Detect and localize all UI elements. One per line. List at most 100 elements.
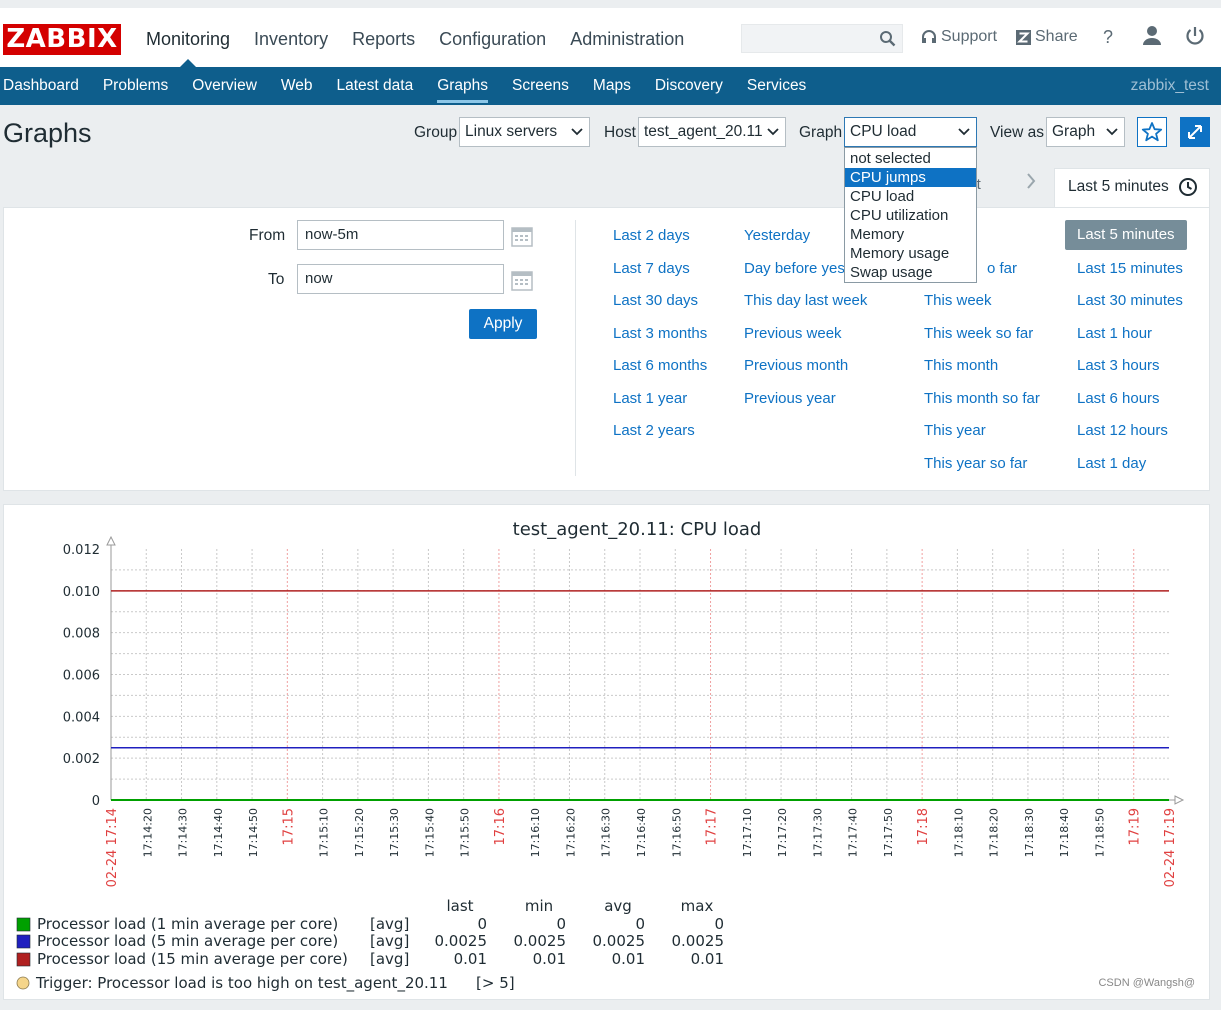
range-this-month[interactable]: This month <box>924 357 998 374</box>
help-icon[interactable]: ? <box>1103 27 1113 48</box>
range-this-week-so-far[interactable]: This week so far <box>924 325 1033 342</box>
range-last-3-hours[interactable]: Last 3 hours <box>1077 357 1160 374</box>
share-link[interactable]: Share <box>1016 28 1078 46</box>
x-tick-label: 17:18 <box>916 808 931 845</box>
share-z-icon <box>1016 29 1031 45</box>
submenu-discovery[interactable]: Discovery <box>643 67 735 105</box>
sign-out-icon[interactable] <box>1185 25 1205 52</box>
fullscreen-button[interactable] <box>1180 117 1210 147</box>
x-tick-label: 17:17:30 <box>811 808 824 857</box>
graph-select[interactable]: CPU load <box>844 117 977 147</box>
graph-option[interactable]: CPU load <box>845 187 976 206</box>
page-title: Graphs <box>3 118 92 148</box>
range-last-5-minutes[interactable]: Last 5 minutes <box>1065 220 1187 250</box>
add-to-favourites-button[interactable] <box>1137 117 1167 147</box>
legend-stat-value: 0.01 <box>691 950 724 968</box>
legend-swatch <box>16 917 31 932</box>
chevron-right-icon[interactable] <box>1026 172 1036 196</box>
legend-header: avg <box>604 897 632 915</box>
graph-option-highlighted[interactable]: CPU jumps <box>845 168 976 187</box>
legend-stat-value: 0.0025 <box>672 932 725 950</box>
range-last-2-days[interactable]: Last 2 days <box>613 227 690 244</box>
graph-option[interactable]: not selected <box>845 149 976 168</box>
range-last-6-hours[interactable]: Last 6 hours <box>1077 390 1160 407</box>
time-period-tab[interactable]: Last 5 minutes <box>1054 168 1210 208</box>
x-tick-label: 17:15:10 <box>318 808 331 857</box>
watermark-text: CSDN @Wangsh@ <box>1098 977 1195 989</box>
host-select[interactable]: test_agent_20.11 <box>638 117 786 147</box>
support-link[interactable]: Support <box>921 28 997 46</box>
apply-button[interactable]: Apply <box>469 309 537 339</box>
x-tick-label: 17:17 <box>705 808 720 845</box>
range-last-12-hours[interactable]: Last 12 hours <box>1077 422 1168 439</box>
y-tick-label: 0 <box>92 794 100 809</box>
range-last-30-days[interactable]: Last 30 days <box>613 292 698 309</box>
search-icon[interactable] <box>879 30 896 52</box>
graph-option[interactable]: CPU utilization <box>845 206 976 225</box>
x-tick-label: 17:18:30 <box>1023 808 1036 857</box>
legend-stat-value: 0 <box>714 915 724 933</box>
range-last-3-months[interactable]: Last 3 months <box>613 325 707 342</box>
range-previous-month[interactable]: Previous month <box>744 357 848 374</box>
range-last-7-days[interactable]: Last 7 days <box>613 260 690 277</box>
menu-administration[interactable]: Administration <box>558 8 696 67</box>
range-last-15-minutes[interactable]: Last 15 minutes <box>1077 260 1183 277</box>
range-last-2-years[interactable]: Last 2 years <box>613 422 695 439</box>
user-profile-icon[interactable] <box>1142 25 1162 52</box>
submenu-problems[interactable]: Problems <box>91 67 180 105</box>
submenu-graphs[interactable]: Graphs <box>425 67 500 105</box>
menu-inventory[interactable]: Inventory <box>242 8 340 67</box>
menu-reports[interactable]: Reports <box>340 8 427 67</box>
range-this-month-so-far[interactable]: This month so far <box>924 390 1040 407</box>
fullscreen-icon <box>1188 125 1202 139</box>
x-tick-label: 17:14:20 <box>141 808 154 857</box>
submenu-services[interactable]: Services <box>735 67 818 105</box>
time-filter-panel: From now-5m To now Apply Last 2 days Las… <box>3 207 1210 491</box>
calendar-icon[interactable] <box>511 269 533 296</box>
x-tick-label: 17:18:50 <box>1093 808 1106 857</box>
trigger-condition: [> 5] <box>476 974 515 992</box>
range-previous-year[interactable]: Previous year <box>744 390 836 407</box>
submenu-screens[interactable]: Screens <box>500 67 581 105</box>
range-last-1-day[interactable]: Last 1 day <box>1077 455 1146 472</box>
range-previous-week[interactable]: Previous week <box>744 325 842 342</box>
graph-option[interactable]: Memory <box>845 225 976 244</box>
menu-configuration[interactable]: Configuration <box>427 8 558 67</box>
range-this-year-so-far[interactable]: This year so far <box>924 455 1027 472</box>
x-tick-label: 02-24 17:19 <box>1163 808 1178 887</box>
graph-option[interactable]: Memory usage <box>845 244 976 263</box>
range-this-week[interactable]: This week <box>924 292 992 309</box>
range-last-1-year[interactable]: Last 1 year <box>613 390 687 407</box>
graph-option[interactable]: Swap usage <box>845 263 976 282</box>
legend-function: [avg] <box>370 915 409 933</box>
submenu-latest-data[interactable]: Latest data <box>325 67 426 105</box>
range-yesterday[interactable]: Yesterday <box>744 227 810 244</box>
group-label: Group <box>414 124 458 141</box>
view-as-select[interactable]: Graph <box>1046 117 1125 147</box>
to-input[interactable]: now <box>297 264 504 294</box>
search-input[interactable] <box>741 24 903 53</box>
range-this-day-last-week[interactable]: This day last week <box>744 292 867 309</box>
range-day-before-yesterday[interactable]: Day before yes <box>744 260 845 277</box>
submenu-overview[interactable]: Overview <box>180 67 269 105</box>
calendar-icon[interactable] <box>511 225 533 252</box>
range-this-year[interactable]: This year <box>924 422 986 439</box>
range-last-30-minutes[interactable]: Last 30 minutes <box>1077 292 1183 309</box>
x-tick-label: 17:18:20 <box>988 808 1001 857</box>
range-last-1-hour[interactable]: Last 1 hour <box>1077 325 1152 342</box>
range-today-so-far[interactable]: o far <box>987 260 1017 277</box>
submenu-maps[interactable]: Maps <box>581 67 643 105</box>
from-input[interactable]: now-5m <box>297 220 504 250</box>
menu-monitoring[interactable]: Monitoring <box>134 8 242 67</box>
submenu-web[interactable]: Web <box>269 67 325 105</box>
x-tick-label: 17:14:40 <box>212 808 225 857</box>
zabbix-logo[interactable]: ZABBIX <box>3 24 121 55</box>
group-select[interactable]: Linux servers <box>459 117 590 147</box>
legend-swatch <box>16 934 31 949</box>
submenu-dashboard[interactable]: Dashboard <box>0 67 91 105</box>
graph-label: Graph <box>799 124 843 141</box>
legend-series-name: Processor load (1 min average per core) <box>37 915 338 933</box>
cpu-load-chart[interactable]: test_agent_20.11: CPU load0.0120.0100.00… <box>4 505 1211 1001</box>
legend-header: max <box>681 897 714 915</box>
range-last-6-months[interactable]: Last 6 months <box>613 357 707 374</box>
